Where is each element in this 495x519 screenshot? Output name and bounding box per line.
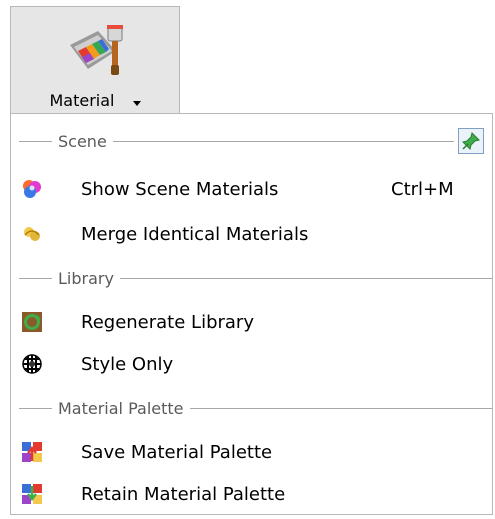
material-dropdown-menu: Scene Show Scene Materials Ctrl+M Merge … <box>10 113 493 515</box>
menu-item-regenerate-library[interactable]: Regenerate Library <box>11 302 492 342</box>
menu-item-shortcut: Ctrl+M <box>391 178 454 200</box>
menu-item-label: Regenerate Library <box>81 311 254 333</box>
material-ui-root: Material Scene Show Scene Materials Ctrl… <box>0 0 495 519</box>
menu-item-show-scene-materials[interactable]: Show Scene Materials Ctrl+M <box>11 169 492 209</box>
group-title-library: Library <box>58 268 114 288</box>
separator-line <box>19 277 52 279</box>
merge-materials-icon <box>24 227 40 241</box>
save-palette-icon <box>22 442 42 462</box>
separator-line <box>189 407 492 409</box>
pin-icon <box>462 132 480 150</box>
group-header-material-palette: Material Palette <box>11 398 492 418</box>
material-ribbon-button[interactable]: Material <box>10 6 180 113</box>
separator-line <box>119 277 492 279</box>
group-header-scene: Scene <box>11 128 492 154</box>
menu-item-style-only[interactable]: Style Only <box>11 344 492 384</box>
separator-line <box>112 140 454 142</box>
separator-line <box>19 407 52 409</box>
group-title-material-palette: Material Palette <box>58 398 184 418</box>
material-paint-icon <box>70 25 123 75</box>
menu-item-label: Save Material Palette <box>81 441 273 463</box>
scene-materials-icon <box>23 180 41 198</box>
menu-item-label: Merge Identical Materials <box>81 223 309 245</box>
style-only-icon <box>22 354 42 374</box>
ribbon-label: Material <box>49 90 115 110</box>
menu-item-save-material-palette[interactable]: Save Material Palette <box>11 432 492 472</box>
regenerate-library-icon <box>22 312 42 332</box>
group-header-library: Library <box>11 268 492 288</box>
pin-button[interactable] <box>458 128 484 154</box>
group-title-scene: Scene <box>58 131 107 151</box>
menu-item-merge-identical-materials[interactable]: Merge Identical Materials <box>11 214 492 254</box>
menu-item-label: Retain Material Palette <box>81 483 286 505</box>
separator-line <box>19 140 52 142</box>
ribbon-label-row: Material <box>11 89 179 111</box>
menu-item-label: Style Only <box>81 353 174 375</box>
menu-item-label: Show Scene Materials <box>81 178 279 200</box>
chevron-down-icon[interactable] <box>132 100 141 106</box>
retain-palette-icon <box>22 484 42 504</box>
menu-item-retain-material-palette[interactable]: Retain Material Palette <box>11 474 492 514</box>
